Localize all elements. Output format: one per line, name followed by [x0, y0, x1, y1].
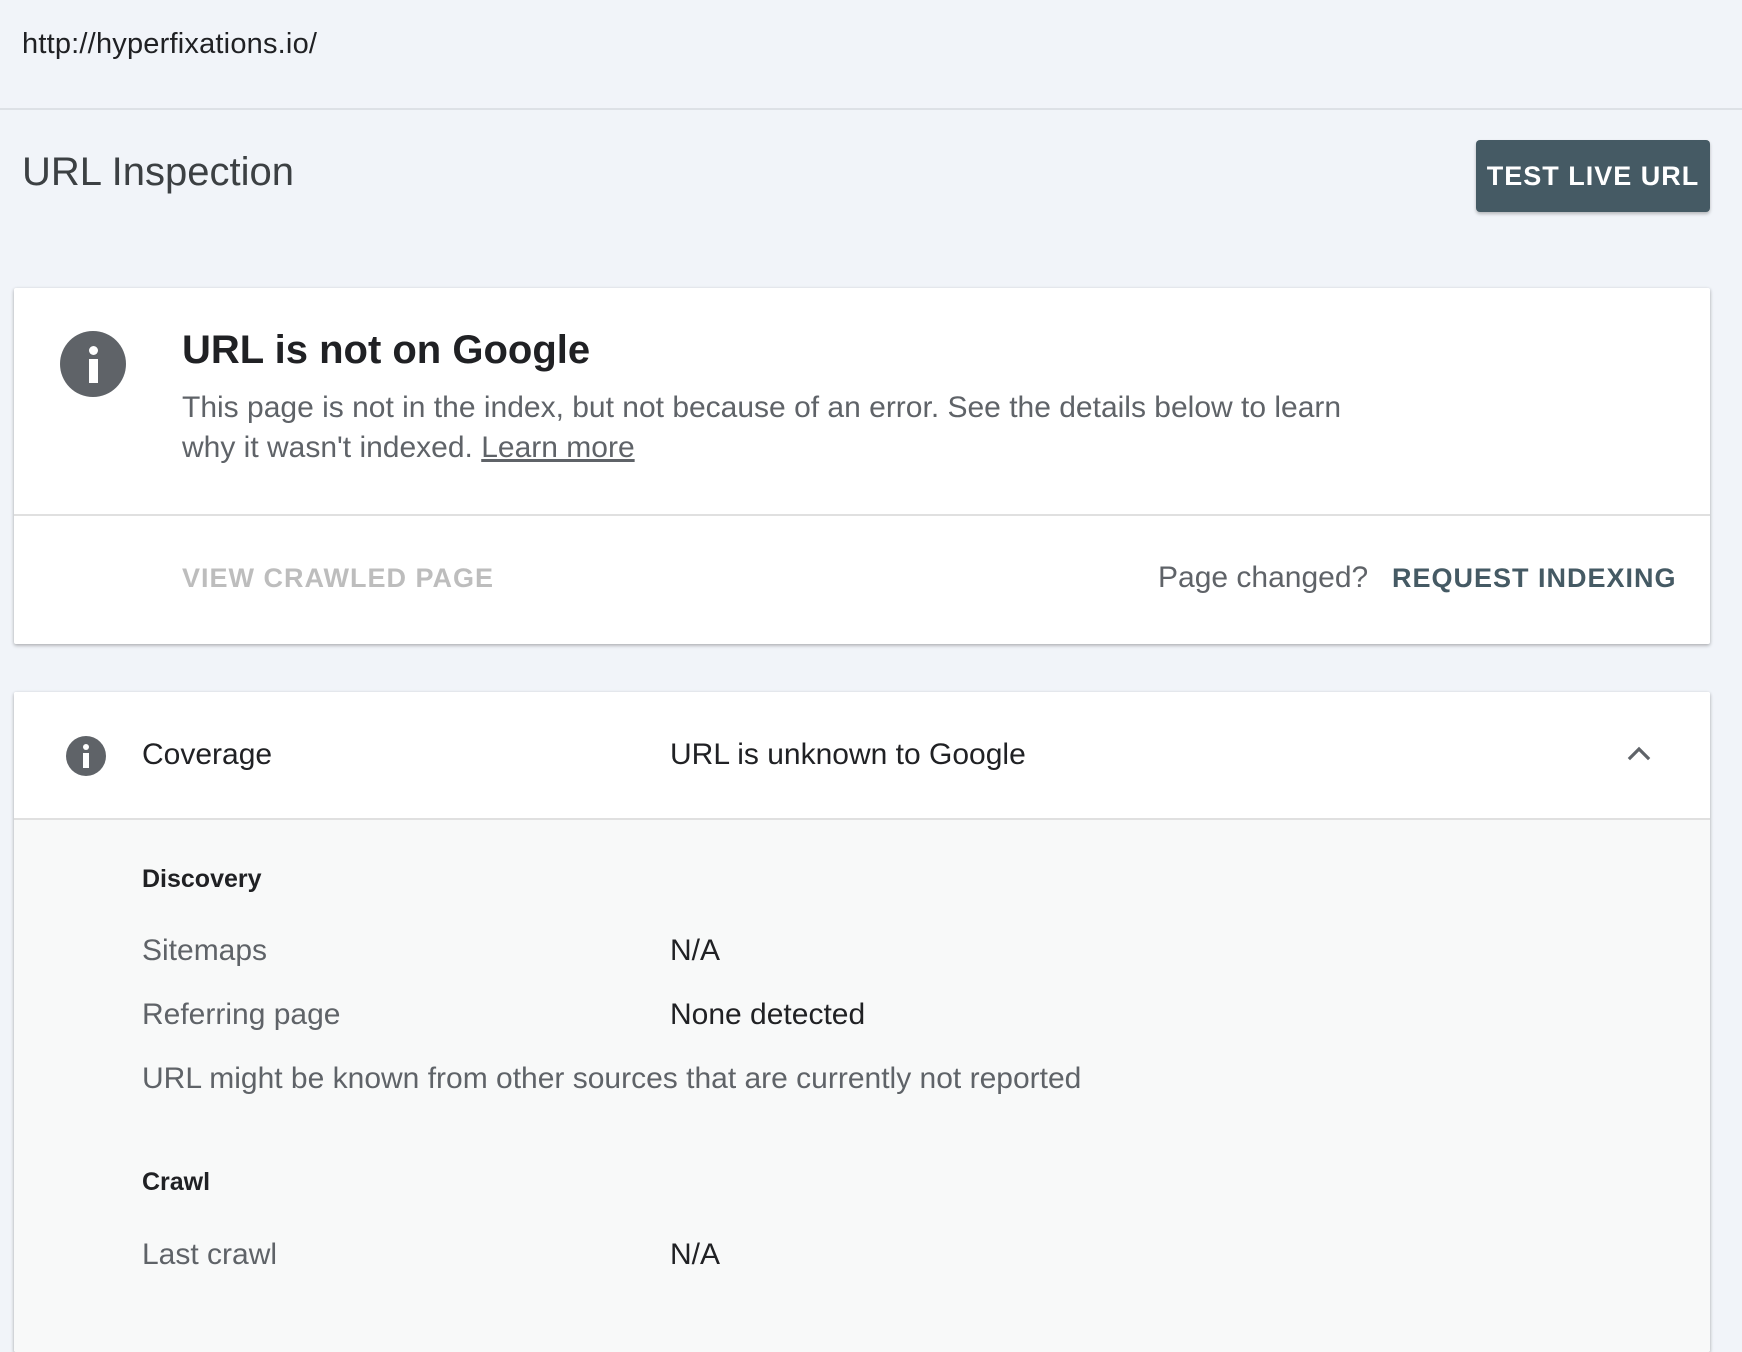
discovery-note: URL might be known from other sources th… — [142, 1062, 1082, 1095]
referring-page-value: None detected — [670, 998, 866, 1031]
status-description-text: This page is not in the index, but not b… — [182, 391, 1342, 464]
coverage-panel: Coverage URL is unknown to Google Discov… — [14, 692, 1710, 1352]
sitemaps-label: Sitemaps — [142, 934, 268, 967]
coverage-details: Discovery Sitemaps N/A Referring page No… — [14, 820, 1710, 1352]
coverage-value: URL is unknown to Google — [670, 738, 1026, 771]
learn-more-link[interactable]: Learn more — [481, 431, 634, 464]
status-description: This page is not in the index, but not b… — [182, 388, 1402, 468]
test-live-url-button[interactable]: TEST LIVE URL — [1476, 140, 1710, 212]
sitemaps-value: N/A — [670, 934, 721, 967]
divider — [14, 514, 1710, 516]
index-status-card: URL is not on Google This page is not in… — [14, 288, 1710, 644]
crawl-section-title: Crawl — [142, 1168, 211, 1196]
inspected-url[interactable]: http://hyperfixations.io/ — [22, 28, 317, 61]
request-indexing-button[interactable]: REQUEST INDEXING — [1392, 563, 1677, 594]
info-icon — [66, 736, 106, 776]
discovery-section-title: Discovery — [142, 865, 262, 893]
view-crawled-page-button[interactable]: VIEW CRAWLED PAGE — [182, 563, 494, 594]
referring-page-label: Referring page — [142, 998, 341, 1031]
coverage-header[interactable]: Coverage URL is unknown to Google — [14, 692, 1710, 820]
coverage-label: Coverage — [142, 738, 273, 771]
last-crawl-label: Last crawl — [142, 1238, 278, 1271]
last-crawl-value: N/A — [670, 1238, 721, 1271]
page-changed-text: Page changed? — [1158, 561, 1369, 594]
url-bar: http://hyperfixations.io/ — [0, 0, 1742, 110]
page-title: URL Inspection — [22, 150, 294, 194]
status-heading: URL is not on Google — [182, 328, 591, 372]
chevron-up-icon[interactable] — [1624, 738, 1654, 768]
info-icon — [60, 331, 126, 397]
